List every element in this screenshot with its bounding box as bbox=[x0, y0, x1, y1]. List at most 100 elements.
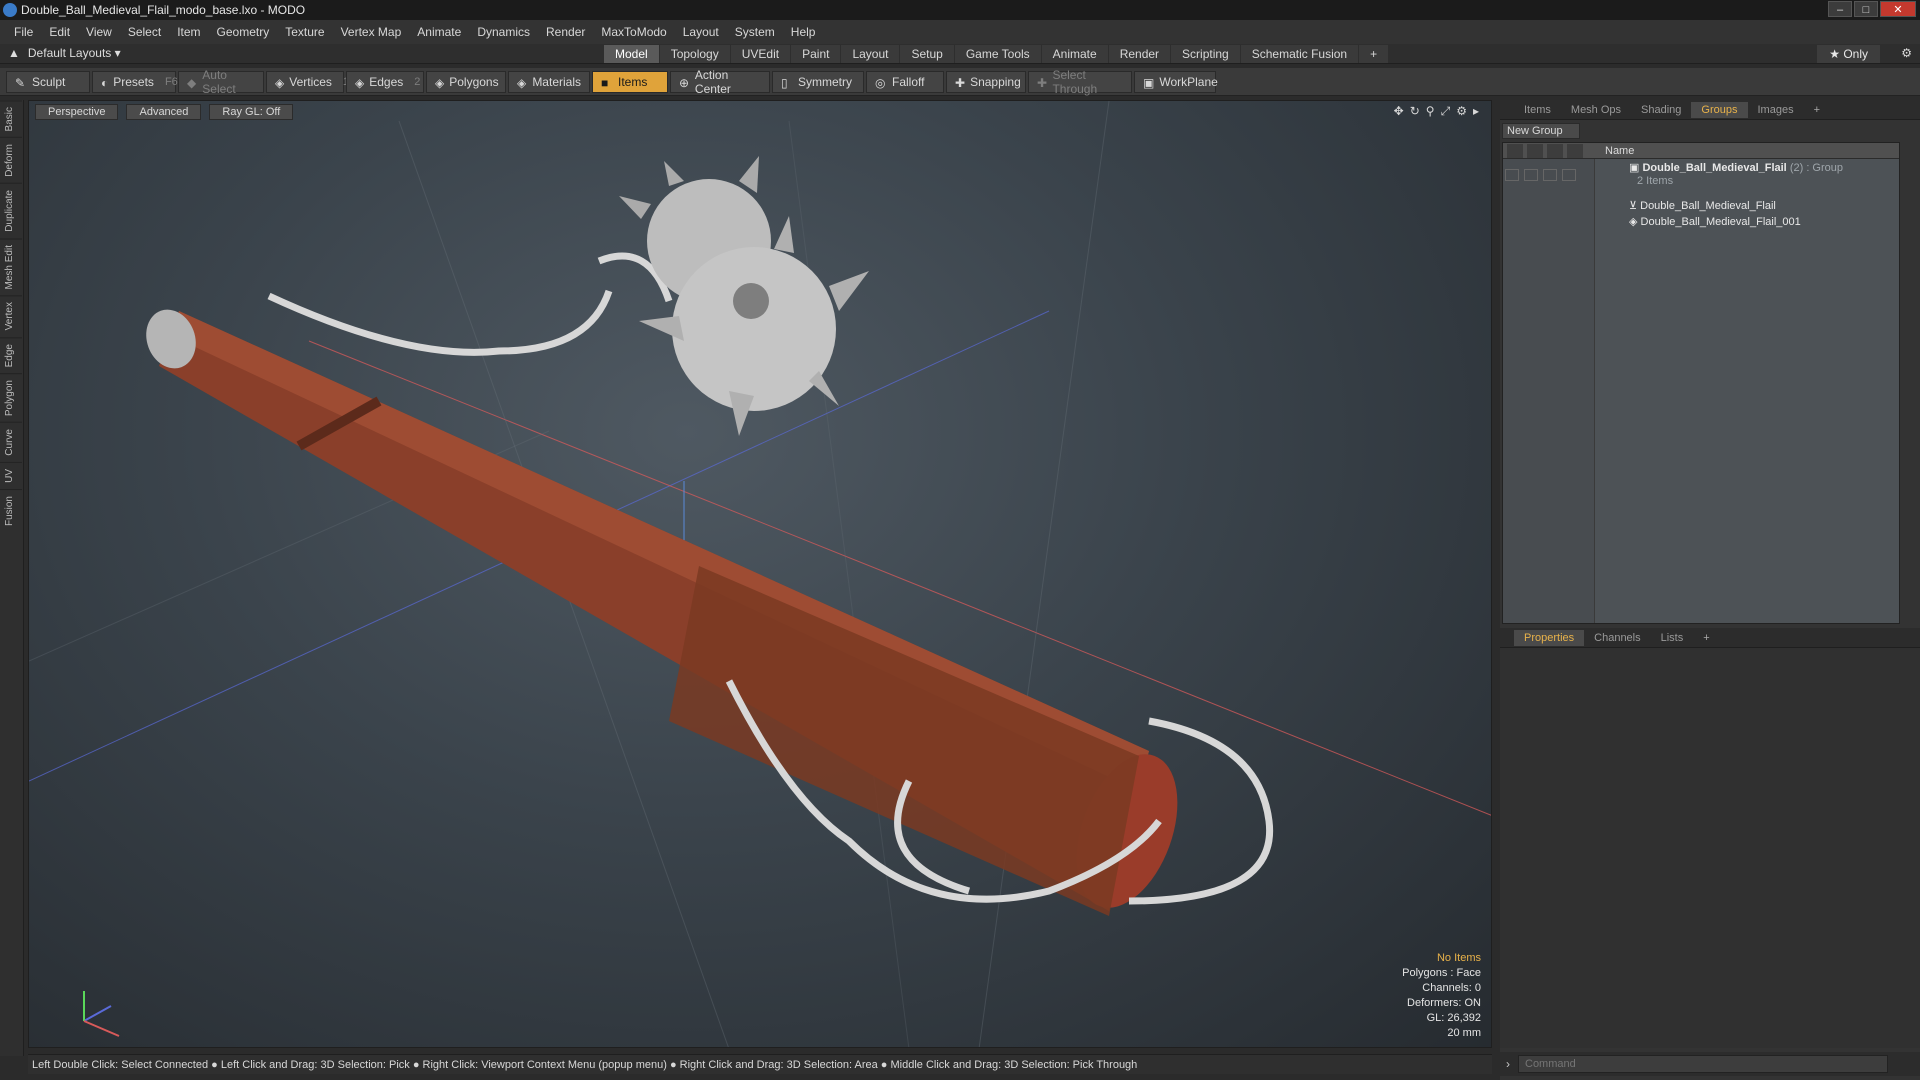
viewport-expand-icon[interactable]: ▸ bbox=[1473, 104, 1479, 119]
tab-uvedit[interactable]: UVEdit bbox=[730, 45, 791, 63]
tab-topology[interactable]: Topology bbox=[659, 45, 730, 63]
right-panel: Items Mesh Ops Shading Groups Images + N… bbox=[1500, 100, 1920, 1080]
left-tab-vertex[interactable]: Vertex bbox=[0, 295, 22, 337]
tab-lists[interactable]: Lists bbox=[1651, 630, 1694, 646]
left-tab-polygon[interactable]: Polygon bbox=[0, 373, 22, 423]
only-toggle[interactable]: ★ Only bbox=[1817, 45, 1880, 63]
menu-dynamics[interactable]: Dynamics bbox=[469, 25, 538, 39]
advanced-dropdown[interactable]: Advanced bbox=[126, 104, 202, 120]
menu-texture[interactable]: Texture bbox=[277, 25, 332, 39]
tab-mesh-ops[interactable]: Mesh Ops bbox=[1561, 102, 1631, 118]
workplane-button[interactable]: ▣ WorkPlane bbox=[1134, 70, 1218, 93]
menu-animate[interactable]: Animate bbox=[409, 25, 469, 39]
minimize-button[interactable]: – bbox=[1828, 1, 1852, 17]
lock-icon[interactable] bbox=[1543, 169, 1557, 181]
visibility-column-icon[interactable] bbox=[1507, 143, 1523, 158]
tab-images[interactable]: Images bbox=[1748, 102, 1804, 118]
fit-icon[interactable]: ⤢ bbox=[1441, 104, 1451, 119]
add-layout-tab-button[interactable]: + bbox=[1359, 45, 1389, 63]
left-tab-deform[interactable]: Deform bbox=[0, 137, 22, 184]
menu-help[interactable]: Help bbox=[783, 25, 824, 39]
left-tab-duplicate[interactable]: Duplicate bbox=[0, 183, 22, 238]
tab-scripting[interactable]: Scripting bbox=[1171, 45, 1240, 63]
presets-button[interactable]: ◐ Presets F6 bbox=[92, 70, 178, 93]
left-tab-basic[interactable]: Basic bbox=[0, 100, 22, 138]
tab-setup[interactable]: Setup bbox=[900, 45, 954, 63]
flail-handle bbox=[146, 309, 1178, 916]
name-column-header[interactable]: Name bbox=[1605, 145, 1634, 157]
select-column-icon[interactable] bbox=[1567, 143, 1583, 158]
3d-viewport[interactable]: Perspective Advanced Ray GL: Off ✥ ↻ ⚲ ⤢… bbox=[28, 100, 1492, 1048]
tab-paint[interactable]: Paint bbox=[791, 45, 841, 63]
sculpt-button[interactable]: ✎ Sculpt bbox=[6, 70, 90, 93]
add-properties-tab-button[interactable]: + bbox=[1693, 630, 1719, 646]
vertices-button[interactable]: ◈Vertices1 bbox=[266, 70, 349, 93]
lock-column-icon[interactable] bbox=[1547, 143, 1563, 158]
menu-item[interactable]: Item bbox=[169, 25, 208, 39]
list-item[interactable]: ⊻ Double_Ball_Medieval_Flail bbox=[1503, 199, 1899, 215]
group-row[interactable]: ▣ Double_Ball_Medieval_Flail (2) : Group… bbox=[1503, 161, 1899, 191]
menu-edit[interactable]: Edit bbox=[41, 25, 78, 39]
left-tab-mesh-edit[interactable]: Mesh Edit bbox=[0, 237, 22, 296]
zoom-icon[interactable]: ⚲ bbox=[1426, 104, 1435, 119]
raygl-toggle[interactable]: Ray GL: Off bbox=[209, 104, 294, 120]
action-center-button[interactable]: ⊕ Action Center bbox=[670, 68, 770, 96]
tab-game-tools[interactable]: Game Tools bbox=[954, 45, 1041, 63]
symmetry-button[interactable]: ▯ Symmetry bbox=[772, 70, 864, 93]
default-layouts-dropdown[interactable]: Default Layouts ▾ bbox=[28, 46, 121, 60]
tab-layout[interactable]: Layout bbox=[841, 45, 900, 63]
menu-render[interactable]: Render bbox=[538, 25, 593, 39]
presets-label: Presets bbox=[113, 74, 154, 89]
viewport-gear-icon[interactable]: ⚙ bbox=[1456, 104, 1467, 119]
tab-render[interactable]: Render bbox=[1108, 45, 1171, 63]
falloff-button[interactable]: ◎ Falloff bbox=[866, 70, 944, 93]
left-tab-curve[interactable]: Curve bbox=[0, 422, 22, 462]
menu-layout[interactable]: Layout bbox=[675, 25, 727, 39]
menu-maxtomodo[interactable]: MaxToModo bbox=[593, 25, 674, 39]
command-chevron-icon: › bbox=[1506, 1057, 1510, 1071]
tab-animate[interactable]: Animate bbox=[1041, 45, 1108, 63]
snapping-button[interactable]: ✚ Snapping bbox=[946, 70, 1026, 93]
left-tab-edge[interactable]: Edge bbox=[0, 336, 22, 374]
tab-groups[interactable]: Groups bbox=[1691, 101, 1748, 118]
select-icon[interactable] bbox=[1562, 169, 1576, 181]
presets-shortcut: F6 bbox=[164, 75, 178, 88]
gear-icon[interactable]: ⚙ bbox=[1901, 46, 1912, 60]
tab-channels[interactable]: Channels bbox=[1584, 630, 1650, 646]
items-button[interactable]: ■ Items bbox=[592, 70, 668, 93]
auto-select-button[interactable]: ◆ Auto Select bbox=[178, 68, 264, 96]
menu-geometry[interactable]: Geometry bbox=[209, 25, 278, 39]
menu-vertex-map[interactable]: Vertex Map bbox=[333, 25, 410, 39]
left-tab-uv[interactable]: UV bbox=[0, 461, 22, 489]
list-item[interactable]: ◈ Double_Ball_Medieval_Flail_001 bbox=[1503, 215, 1899, 231]
select-through-label: Select Through bbox=[1052, 67, 1098, 96]
command-input[interactable] bbox=[1518, 1055, 1888, 1073]
materials-button[interactable]: ◈ Materials bbox=[508, 70, 590, 93]
pan-icon[interactable]: ✥ bbox=[1394, 104, 1404, 119]
eye-icon[interactable] bbox=[1505, 169, 1519, 181]
edges-button[interactable]: ◈ Edges 2 bbox=[346, 70, 424, 93]
render-column-icon[interactable] bbox=[1527, 143, 1543, 158]
close-button[interactable]: ✕ bbox=[1880, 1, 1916, 17]
menu-file[interactable]: File bbox=[6, 25, 41, 39]
tab-schematic-fusion[interactable]: Schematic Fusion bbox=[1240, 45, 1359, 63]
add-panel-tab-button[interactable]: + bbox=[1804, 102, 1830, 118]
menu-select[interactable]: Select bbox=[120, 25, 169, 39]
tab-properties[interactable]: Properties bbox=[1514, 629, 1585, 646]
menu-view[interactable]: View bbox=[78, 25, 120, 39]
layout-up-icon[interactable]: ▲ bbox=[8, 46, 20, 60]
tab-items[interactable]: Items bbox=[1514, 102, 1561, 118]
tab-shading[interactable]: Shading bbox=[1631, 102, 1691, 118]
axis-gizmo bbox=[83, 991, 120, 1037]
select-through-button[interactable]: ✚ Select Through bbox=[1028, 67, 1132, 96]
maximize-button[interactable]: □ bbox=[1854, 1, 1878, 17]
menu-system[interactable]: System bbox=[727, 25, 783, 39]
tab-model[interactable]: Model bbox=[604, 45, 659, 63]
perspective-dropdown[interactable]: Perspective bbox=[35, 104, 119, 120]
polygons-button[interactable]: ◈ Polygons bbox=[426, 70, 506, 93]
render-icon[interactable] bbox=[1524, 169, 1538, 181]
rotate-icon[interactable]: ↻ bbox=[1410, 104, 1420, 119]
left-tab-fusion[interactable]: Fusion bbox=[0, 488, 22, 532]
new-group-button[interactable]: New Group bbox=[1502, 123, 1580, 139]
viewport-nav-icons: ✥ ↻ ⚲ ⤢ ⚙ ▸ bbox=[1394, 104, 1479, 119]
